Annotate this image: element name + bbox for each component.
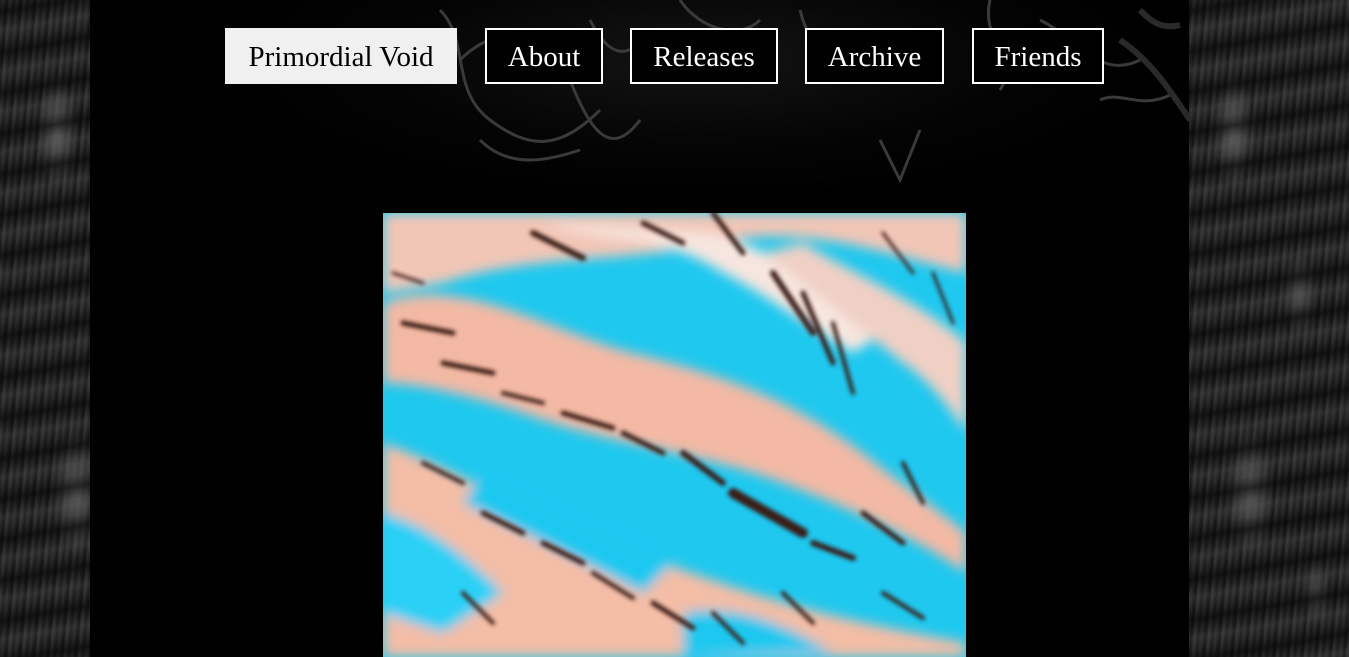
- nav-friends-link[interactable]: Friends: [972, 28, 1104, 84]
- nav-about-link[interactable]: About: [485, 28, 603, 84]
- abstract-swirl-artwork: [383, 213, 966, 657]
- nav-home-link[interactable]: Primordial Void: [225, 28, 457, 84]
- nav-archive-link[interactable]: Archive: [805, 28, 944, 84]
- page: Primordial Void About Releases Archive F…: [0, 0, 1349, 657]
- nav-releases-link[interactable]: Releases: [630, 28, 778, 84]
- right-texture-panel: [1184, 0, 1349, 657]
- main-nav: Primordial Void About Releases Archive F…: [225, 28, 1104, 84]
- featured-artwork: [383, 213, 966, 657]
